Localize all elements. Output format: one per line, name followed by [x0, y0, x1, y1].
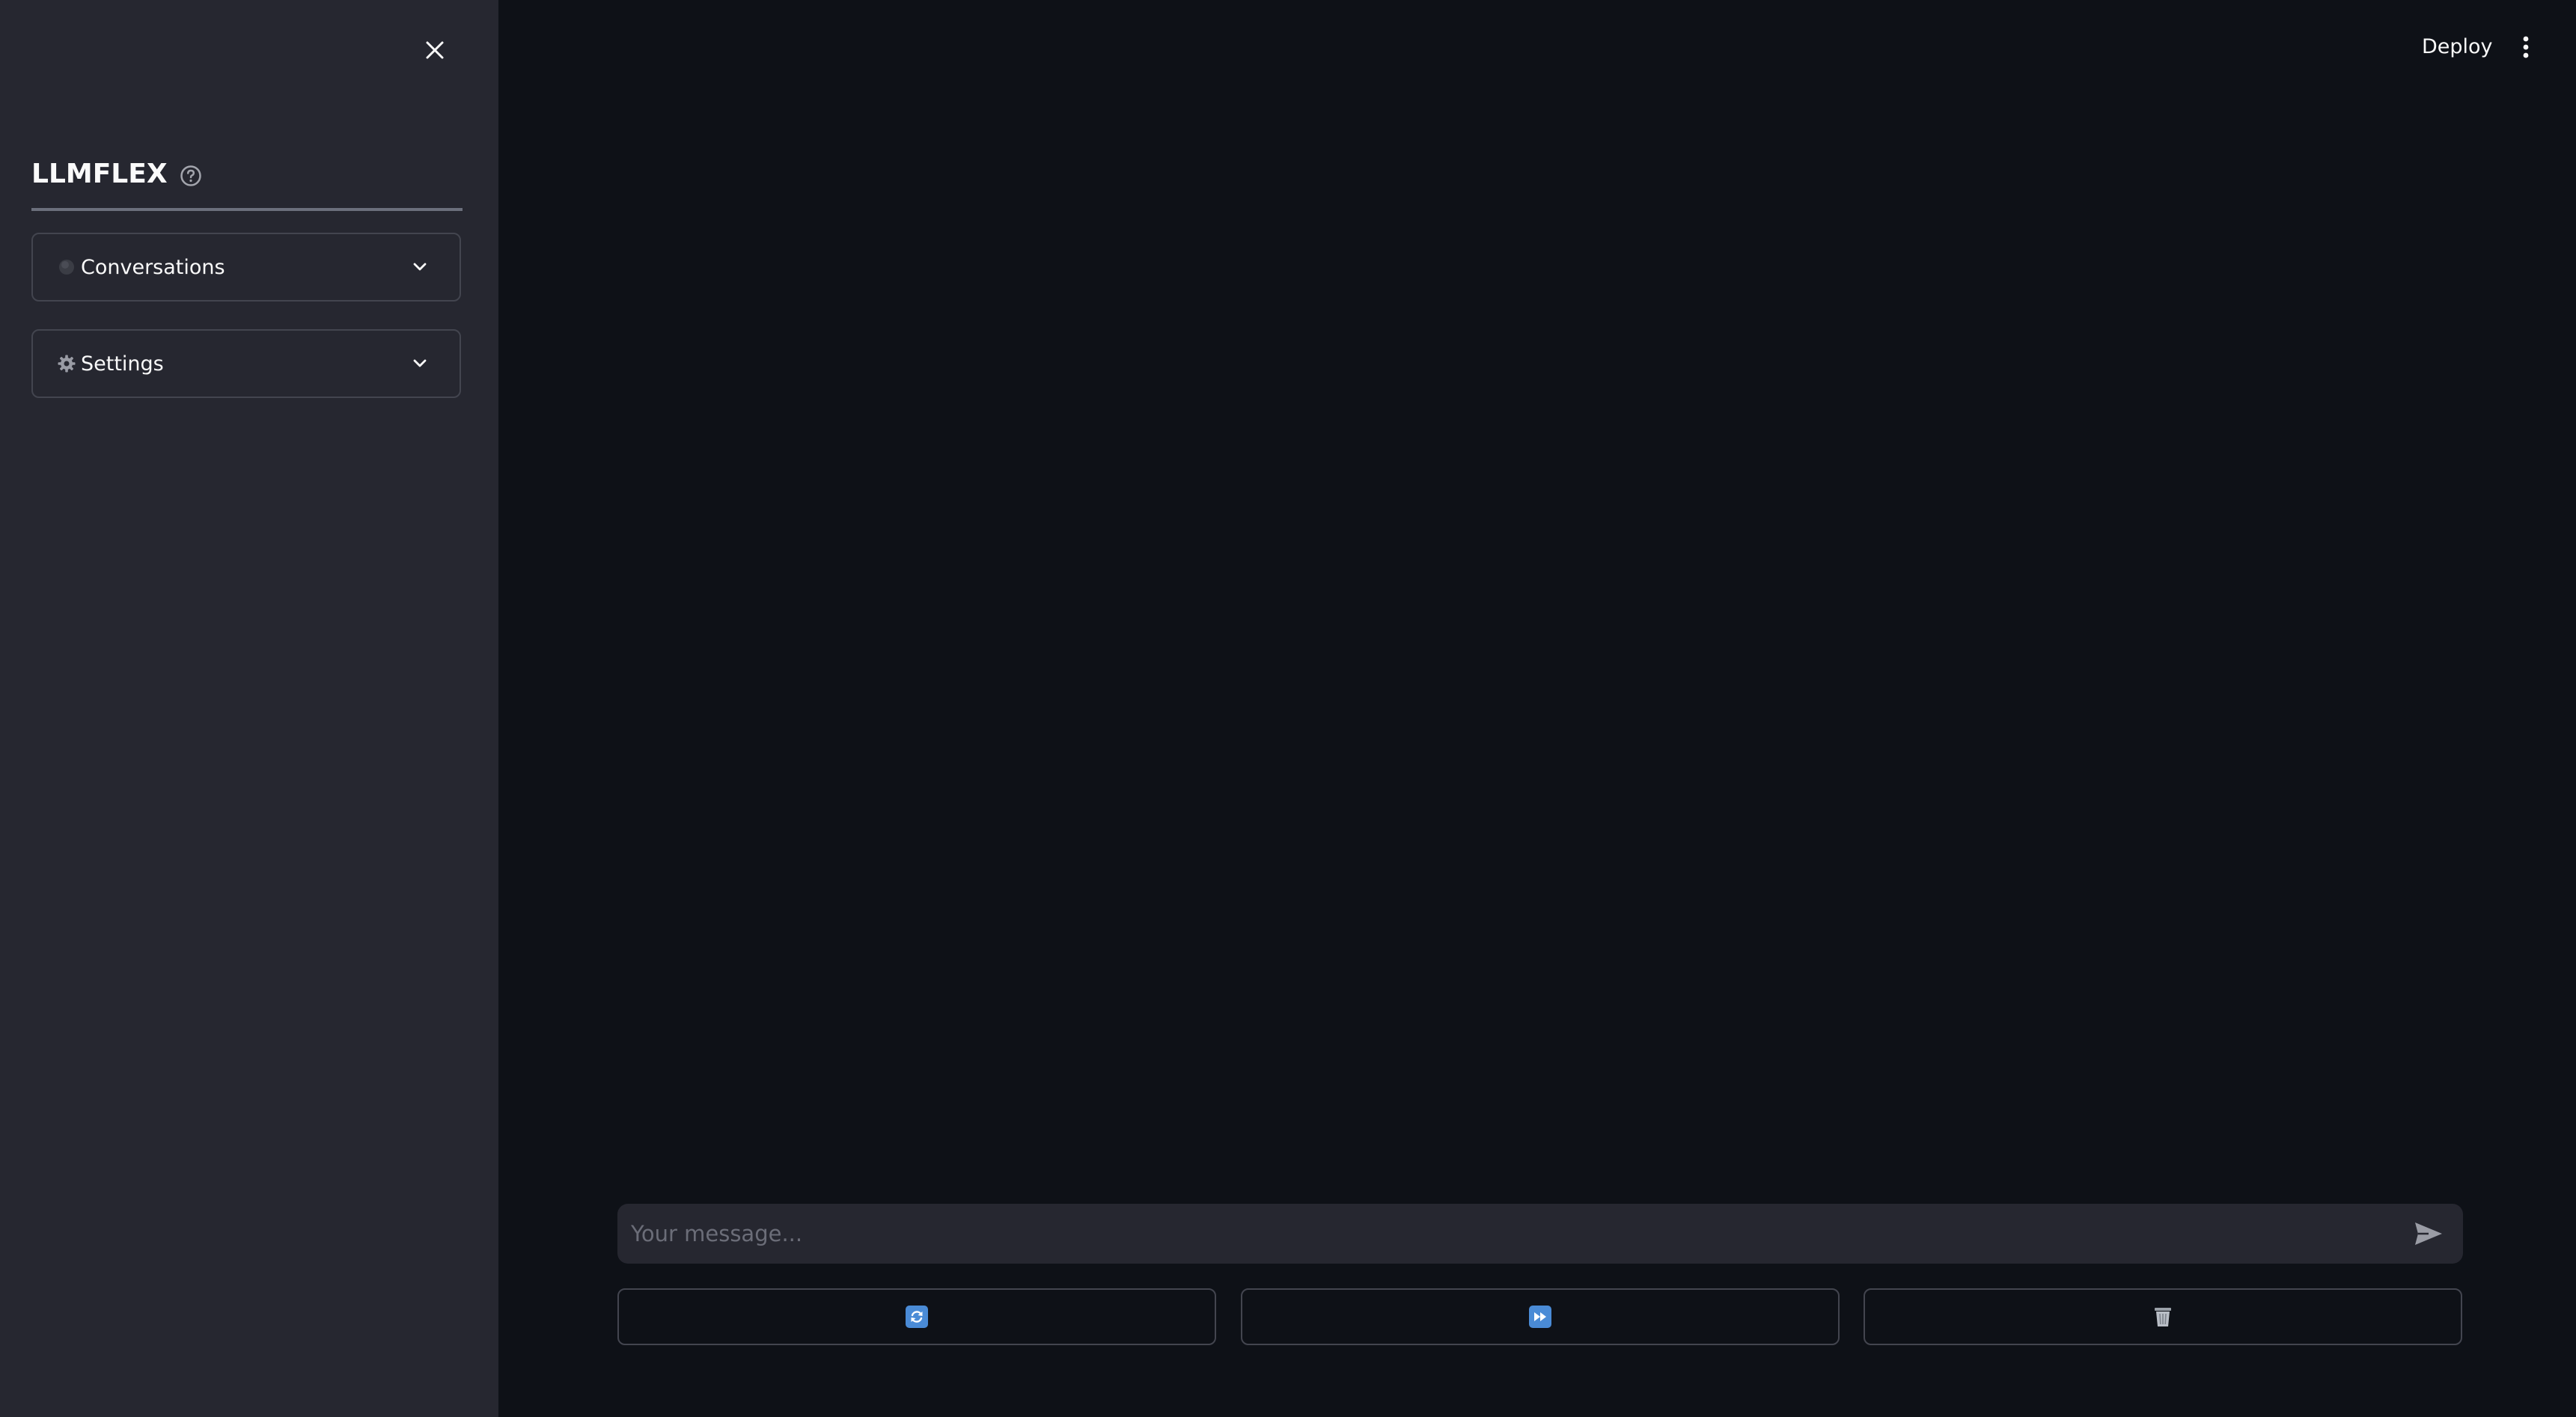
- conversations-label: Conversations: [81, 255, 225, 279]
- gear-icon: [57, 354, 76, 373]
- chevron-down-icon: [413, 359, 427, 367]
- settings-expander[interactable]: Settings: [31, 329, 461, 398]
- settings-label: Settings: [81, 352, 164, 376]
- conversations-expander[interactable]: Conversations: [31, 233, 461, 302]
- deploy-button[interactable]: Deploy: [2411, 27, 2503, 67]
- dark-circle-icon: [57, 257, 76, 277]
- sidebar-header: LLMFLEX: [31, 156, 463, 211]
- main-menu-button[interactable]: [2510, 30, 2542, 64]
- close-sidebar-button[interactable]: [418, 34, 451, 67]
- refresh-icon: [906, 1306, 928, 1328]
- help-icon[interactable]: [180, 165, 202, 187]
- clear-chat-button[interactable]: [1864, 1288, 2462, 1345]
- app-window: LLMFLEX Conversations Settings Deploy Yo…: [0, 0, 2576, 1417]
- close-icon: [426, 41, 444, 59]
- sidebar: LLMFLEX Conversations Settings: [0, 0, 498, 1417]
- continue-button[interactable]: [1241, 1288, 1840, 1345]
- send-button[interactable]: [2406, 1211, 2451, 1256]
- trash-icon: [2152, 1306, 2174, 1328]
- vertical-dots-icon: [2523, 36, 2529, 58]
- send-icon: [2415, 1222, 2442, 1245]
- regenerate-button[interactable]: [617, 1288, 1216, 1345]
- chat-input-container: [617, 1203, 2463, 1264]
- app-title: LLMFLEX: [31, 159, 168, 189]
- chevron-down-icon: [413, 263, 427, 271]
- message-input[interactable]: [617, 1203, 2406, 1264]
- fast-forward-icon: [1529, 1306, 1551, 1328]
